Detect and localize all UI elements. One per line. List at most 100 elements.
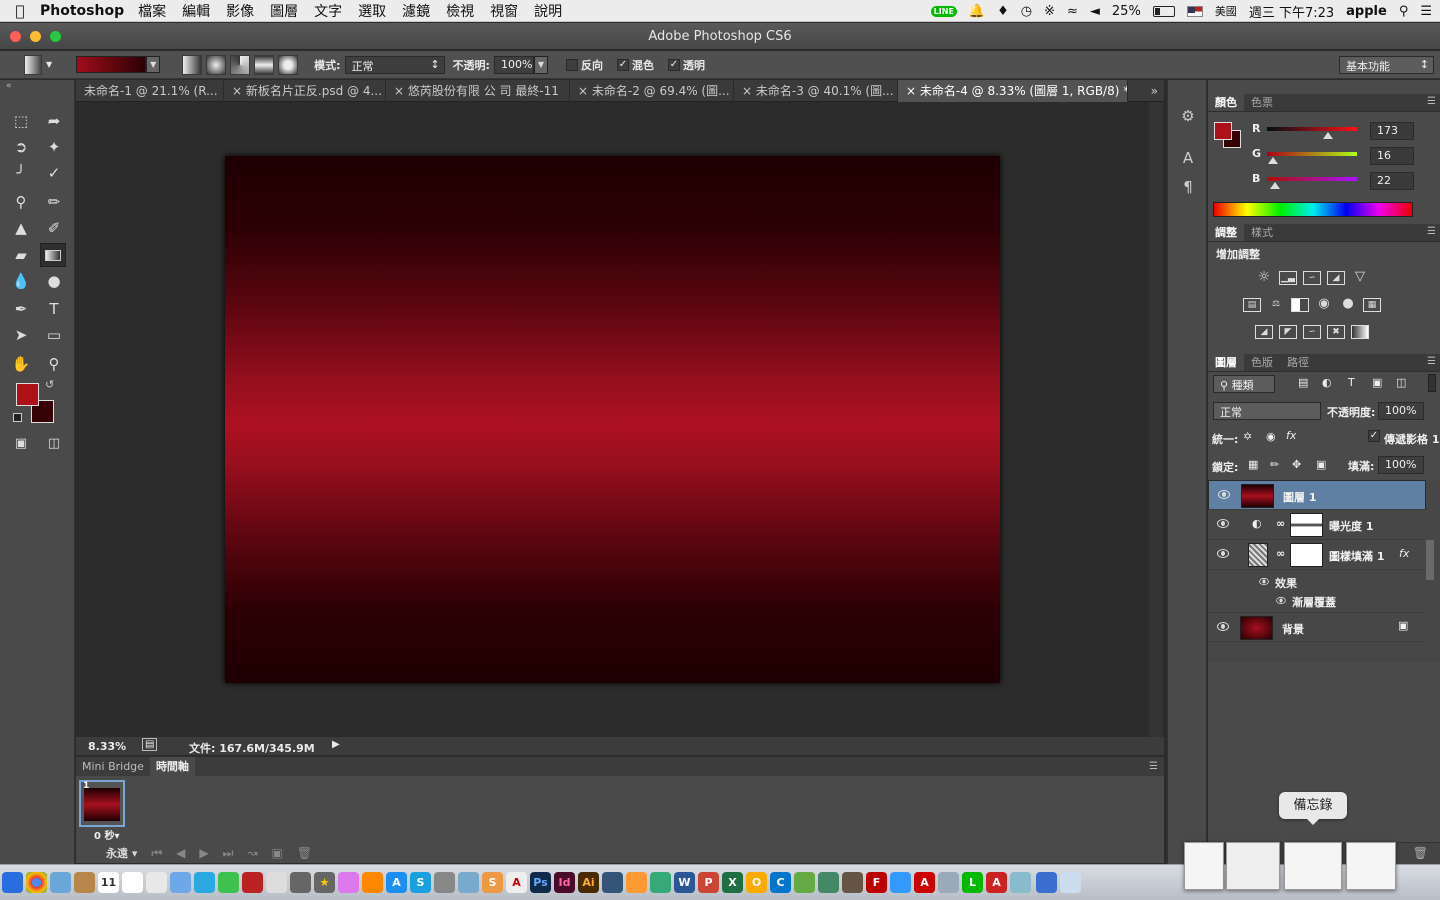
blend-mode-select[interactable]: 正常 — [1213, 402, 1321, 420]
gradient-overlay-row[interactable]: 漸層覆蓋 — [1208, 591, 1426, 611]
garageband-icon[interactable] — [290, 872, 311, 893]
pen-tool[interactable]: ✒ — [8, 297, 34, 321]
input-source[interactable]: 美國 — [1215, 3, 1237, 19]
menu-type[interactable]: 文字 — [314, 1, 342, 21]
preview-icon[interactable] — [50, 872, 71, 893]
rock-icon[interactable] — [842, 872, 863, 893]
close-icon[interactable]: × — [742, 84, 752, 98]
crop-tool[interactable]: ╯ — [8, 161, 34, 185]
layer-name[interactable]: 圖層 1 — [1283, 489, 1316, 505]
c-app-icon[interactable]: C — [770, 872, 791, 893]
skype-icon[interactable] — [194, 872, 215, 893]
reflected-gradient-button[interactable] — [254, 54, 275, 75]
shape-tool[interactable]: ▭ — [41, 323, 67, 347]
grid-app-icon[interactable] — [1010, 872, 1031, 893]
magic-wand-tool[interactable]: ✦ — [41, 135, 67, 159]
tab-channels[interactable]: 色版 — [1244, 354, 1280, 371]
acrobat-icon[interactable]: A — [506, 872, 527, 893]
opacity-input[interactable]: 100% — [493, 55, 534, 74]
blue-slider-knob[interactable] — [1270, 182, 1280, 189]
brush-tool[interactable]: ✏ — [41, 190, 67, 214]
fill-input[interactable]: 100% — [1378, 456, 1424, 474]
mode-select[interactable]: 正常 ↕ — [344, 55, 445, 74]
quick-mask-icon[interactable]: ▣ — [8, 432, 34, 456]
skype2-icon[interactable]: S — [410, 872, 431, 893]
illustrator-icon[interactable]: Ai — [578, 872, 599, 893]
ibooks-icon[interactable] — [362, 872, 383, 893]
battery-percent[interactable]: 25% — [1112, 4, 1141, 19]
type-tool[interactable]: T — [41, 297, 67, 321]
blur-tool[interactable]: 💧 — [8, 269, 34, 293]
line-app-icon[interactable]: LINE — [930, 5, 957, 17]
itunes-icon[interactable] — [338, 872, 359, 893]
color-spectrum-bar[interactable] — [1213, 202, 1413, 217]
paw-icon[interactable] — [794, 872, 815, 893]
tab-paths[interactable]: 路徑 — [1280, 354, 1316, 371]
menu-help[interactable]: 說明 — [534, 1, 562, 21]
calendar-icon[interactable]: 11 — [98, 872, 119, 893]
lock-transparent-icon[interactable]: ▦ — [1248, 458, 1258, 471]
character-panel-icon[interactable]: A — [1177, 147, 1199, 169]
document-canvas[interactable] — [225, 156, 1000, 683]
menu-window[interactable]: 視窗 — [490, 1, 518, 21]
panel-menu-icon[interactable]: ☰ — [1149, 757, 1164, 776]
opacity-slider-button[interactable]: ▼ — [533, 55, 548, 74]
stickies-icon[interactable] — [122, 872, 143, 893]
bluetooth-icon[interactable]: ※ — [1044, 4, 1055, 19]
layer-name[interactable]: 曝光度 1 — [1329, 518, 1373, 534]
marquee-tool[interactable]: ⬚ — [8, 109, 34, 133]
imovie-icon[interactable]: ★ — [314, 872, 335, 893]
zoom-level[interactable]: 8.33% — [88, 740, 126, 753]
blue-slider[interactable] — [1267, 177, 1357, 181]
photo-booth-icon[interactable] — [242, 872, 263, 893]
chevron-down-icon[interactable]: ▼ — [46, 60, 52, 69]
stamp-tool[interactable]: ▲ — [8, 216, 34, 240]
frame-delay[interactable]: 0 秒▾ — [94, 827, 119, 842]
layer-name[interactable]: 圖樣填滿 1 — [1329, 548, 1384, 564]
exposure-icon[interactable]: ◢ — [1327, 271, 1345, 285]
history-panel-icon[interactable]: ⚙ — [1177, 105, 1199, 127]
eyedropper-tool[interactable]: ✓ — [41, 161, 67, 185]
filter-toggle[interactable] — [1428, 374, 1436, 392]
lasso-tool[interactable]: ➲ — [8, 135, 34, 159]
messages-icon[interactable] — [170, 872, 191, 893]
curves-icon[interactable]: ∽ — [1303, 271, 1321, 285]
layer-row[interactable]: 圖層 1 — [1208, 480, 1426, 510]
blue-value-input[interactable]: 22 — [1370, 172, 1414, 190]
color-balance-icon[interactable]: ⚖ — [1267, 298, 1285, 312]
lock-all-icon[interactable]: ▣ — [1316, 458, 1326, 471]
battery-icon[interactable] — [1152, 5, 1175, 17]
eye-icon[interactable] — [1276, 596, 1286, 605]
menu-edit[interactable]: 編輯 — [182, 1, 210, 21]
panel-menu-icon[interactable]: ☰ — [1427, 226, 1436, 237]
vibrance-icon[interactable]: ▽ — [1351, 270, 1369, 285]
menu-file[interactable]: 檔案 — [138, 1, 166, 21]
chrome-icon[interactable] — [26, 872, 47, 893]
screen-mode-icon[interactable]: ◫ — [41, 432, 67, 456]
swap-colors-icon[interactable]: ↺ — [45, 378, 54, 391]
tab-document-4[interactable]: × 未命名-2 @ 69.4% (圖... — [570, 80, 734, 102]
close-icon[interactable]: × — [232, 84, 242, 98]
unify-visibility-icon[interactable]: ◉ — [1266, 430, 1276, 443]
path-select-tool[interactable]: ➤ — [8, 323, 34, 347]
menu-select[interactable]: 選取 — [358, 1, 386, 21]
prev-frame-icon[interactable]: ◀ — [176, 846, 185, 860]
tab-layers[interactable]: 圖層 — [1208, 354, 1244, 371]
loop-select[interactable]: 永遠 ▾ — [106, 845, 137, 861]
clock[interactable]: 週三 下午7:23 — [1249, 2, 1334, 21]
eye-icon[interactable] — [1259, 577, 1269, 586]
tab-styles[interactable]: 樣式 — [1244, 224, 1280, 241]
photo-filter-icon[interactable]: ◉ — [1315, 297, 1333, 312]
system-prefs-icon[interactable] — [434, 872, 455, 893]
photos-icon[interactable] — [146, 872, 167, 893]
zoom-tool[interactable]: ⚲ — [41, 352, 67, 376]
time-machine-icon[interactable]: ◷ — [1021, 4, 1032, 19]
layers-scrollbar[interactable] — [1426, 540, 1434, 580]
workspace-select[interactable]: 基本功能 ↕ — [1339, 55, 1434, 74]
default-colors-icon[interactable] — [13, 413, 22, 422]
vertical-scrollbar[interactable] — [1149, 102, 1163, 744]
panel-menu-icon[interactable]: ☰ — [1427, 96, 1436, 107]
fx-icon[interactable]: fx — [1399, 547, 1409, 560]
pages-icon[interactable] — [626, 872, 647, 893]
adobe-reader-icon[interactable]: A — [914, 872, 935, 893]
